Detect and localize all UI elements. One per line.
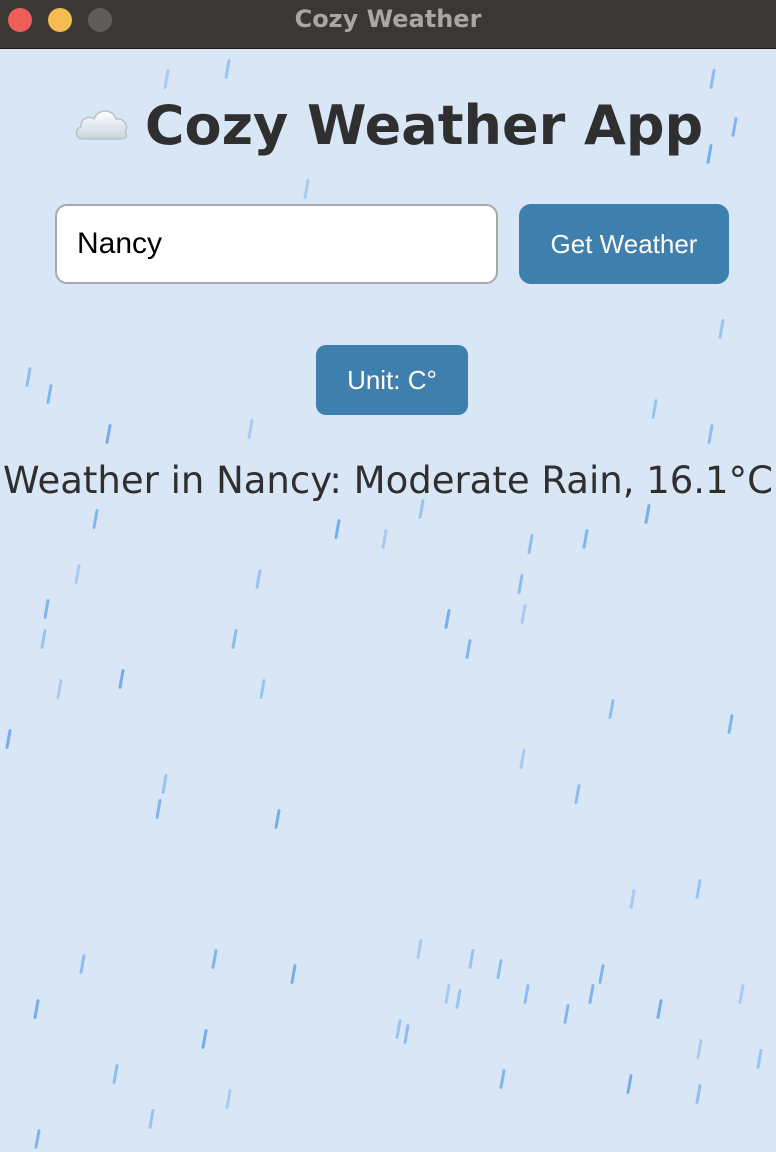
raindrop	[118, 668, 125, 690]
cloud-icon	[73, 88, 131, 158]
raindrop	[695, 1083, 702, 1105]
raindrop	[695, 878, 702, 900]
raindrop	[499, 1068, 506, 1090]
raindrop	[468, 948, 475, 970]
raindrop	[163, 68, 170, 90]
raindrop	[225, 1088, 232, 1110]
raindrop	[155, 798, 162, 820]
raindrop	[629, 888, 636, 910]
raindrop	[403, 1023, 410, 1045]
raindrop	[582, 528, 589, 550]
raindrop	[651, 398, 658, 420]
raindrop	[334, 518, 341, 540]
raindrop	[161, 773, 168, 795]
raindrop	[444, 608, 451, 630]
raindrop	[56, 678, 63, 700]
raindrop	[148, 1108, 155, 1130]
raindrop	[563, 1003, 570, 1025]
get-weather-button[interactable]: Get Weather	[519, 204, 729, 284]
raindrop	[5, 728, 12, 750]
raindrop	[496, 958, 503, 980]
raindrop	[92, 508, 99, 530]
raindrop	[231, 628, 238, 650]
raindrop	[112, 1063, 119, 1085]
raindrop	[520, 603, 527, 625]
unit-toggle-button[interactable]: Unit: C°	[316, 345, 468, 415]
raindrop	[79, 953, 86, 975]
raindrop	[738, 983, 745, 1005]
raindrop	[527, 533, 534, 555]
raindrop	[626, 1073, 633, 1095]
weather-result-text: Weather in Nancy: Moderate Rain, 16.1°C	[3, 459, 773, 502]
raindrop	[644, 503, 651, 525]
raindrop	[588, 983, 595, 1005]
raindrop	[25, 366, 32, 388]
raindrop	[696, 1038, 703, 1060]
raindrop	[224, 58, 231, 80]
raindrop	[395, 1018, 402, 1040]
raindrop	[255, 568, 262, 590]
raindrop	[444, 983, 451, 1005]
raindrop	[303, 178, 310, 200]
city-search-input[interactable]	[55, 204, 498, 284]
raindrop	[290, 963, 297, 985]
raindrop	[455, 988, 462, 1010]
raindrop	[274, 808, 281, 830]
raindrop	[727, 713, 734, 735]
raindrop	[416, 938, 423, 960]
raindrop	[34, 1128, 41, 1150]
raindrop	[46, 383, 53, 405]
raindrop	[707, 423, 714, 445]
raindrop	[519, 748, 526, 770]
raindrop	[381, 528, 388, 550]
raindrop	[517, 573, 524, 595]
raindrop	[465, 638, 472, 660]
raindrop	[656, 998, 663, 1020]
raindrop	[43, 598, 50, 620]
raindrop	[718, 318, 725, 340]
raindrop	[201, 1028, 208, 1050]
page-title: Cozy Weather App	[0, 91, 776, 164]
raindrop	[40, 628, 47, 650]
window-title: Cozy Weather	[294, 5, 482, 33]
app-title-text: Cozy Weather App	[144, 94, 704, 157]
raindrop	[247, 418, 254, 440]
raindrop	[608, 698, 615, 720]
raindrop	[523, 983, 530, 1005]
raindrop	[598, 963, 605, 985]
raindrop	[211, 948, 218, 970]
raindrop	[105, 423, 112, 445]
raindrop	[574, 783, 581, 805]
raindrop	[756, 1048, 763, 1070]
raindrop	[74, 563, 81, 585]
window-titlebar: Cozy Weather	[0, 0, 776, 49]
raindrop	[33, 998, 40, 1020]
raindrop	[709, 68, 716, 90]
raindrop	[259, 678, 266, 700]
